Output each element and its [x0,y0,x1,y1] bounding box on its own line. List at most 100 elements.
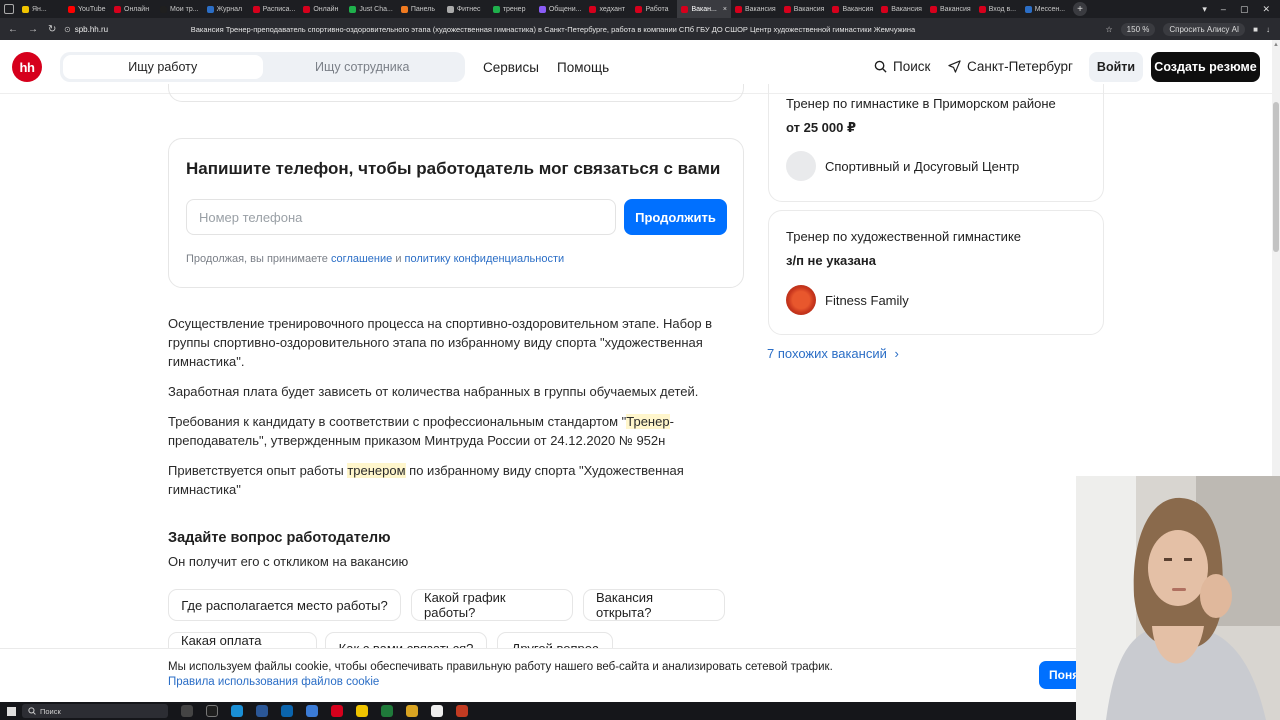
create-resume-button[interactable]: Создать резюме [1151,52,1260,82]
tab-favicon-icon [538,5,546,13]
maximize-window-button[interactable]: ▢ [1240,4,1249,15]
nav-help[interactable]: Помощь [557,60,609,75]
reload-icon[interactable]: ↻ [48,24,56,35]
browser-tab[interactable]: Панель [397,0,443,18]
excel-icon[interactable] [381,705,393,717]
yandex-browser-icon[interactable] [431,705,443,717]
close-tab-icon[interactable]: × [723,6,727,13]
header-search-link[interactable]: Поиск [874,59,930,74]
browser-tab[interactable]: Фитнес [443,0,489,18]
vacancy-description: Осуществление тренировочного процесса на… [168,314,744,510]
app-icon[interactable] [356,705,368,717]
cookie-policy-link[interactable]: Правила использования файлов cookie [168,676,379,688]
browser-tab[interactable]: Общени... [535,0,586,18]
browser-tab-label: тренер [502,5,526,13]
chevron-right-icon: › [894,346,899,361]
browser-tab[interactable]: Вакансия [780,0,829,18]
outlook-icon[interactable] [281,705,293,717]
extension-icon[interactable]: ■ [1253,25,1258,34]
start-menu-icon[interactable] [0,702,22,720]
question-chip-open[interactable]: Вакансия открыта? [583,589,725,621]
page-title-in-address-bar[interactable]: Вакансия Тренер-преподаватель спортивно-… [191,25,1031,34]
phone-form-title: Напишите телефон, чтобы работодатель мог… [186,159,721,178]
browser-tab[interactable]: хедхант [585,0,631,18]
browser-tab[interactable]: тренер [489,0,535,18]
back-icon[interactable]: ← [8,24,18,35]
hh-logo[interactable]: hh [12,52,42,82]
company-name[interactable]: Fitness Family [825,293,909,308]
task-view-icon[interactable] [181,705,193,717]
close-window-button[interactable]: ✕ [1262,4,1270,15]
tab-list-icon[interactable]: ▾ [1202,4,1207,15]
similar-vacancy-card[interactable]: Тренер по художественной гимнастике з/п … [768,210,1104,335]
browser-tab[interactable]: Вакансия [731,0,780,18]
phone-input[interactable]: Номер телефона [186,199,616,235]
similar-vacancy-title[interactable]: Тренер по художественной гимнастике [786,229,1086,244]
tab-favicon-icon [881,5,889,13]
window-menu-icon[interactable] [0,0,18,18]
browser-tab[interactable]: Вакансия [926,0,975,18]
agreement-text: Продолжая, вы принимаете соглашение и по… [186,253,565,265]
agreement-link[interactable]: соглашение [331,253,392,265]
browser-tab[interactable]: Онлайн [110,0,156,18]
browser-tab[interactable]: Вакансия [828,0,877,18]
browser-tab[interactable]: Just Cha... [345,0,396,18]
more-similar-link[interactable]: 7 похожих вакансий › [767,346,899,361]
browser-tab[interactable]: Ян... [18,0,64,18]
similar-vacancy-salary: з/п не указана [786,253,876,268]
new-tab-button[interactable]: + [1073,2,1088,16]
login-button[interactable]: Войти [1089,52,1143,82]
continue-button[interactable]: Продолжить [624,199,727,235]
nav-services[interactable]: Сервисы [483,60,539,75]
header-search-label: Поиск [893,59,931,74]
file-explorer-icon[interactable] [406,705,418,717]
browser-tab[interactable]: Мои тр... [156,0,203,18]
browser-tab-label: Вакансия [939,5,971,13]
site-info-icon[interactable]: ⊙ [64,25,71,34]
browser-tab[interactable]: Расписа... [249,0,300,18]
similar-vacancy-card[interactable]: Тренер по гимнастике в Приморском районе… [768,84,1104,202]
bookmark-icon[interactable]: ☆ [1106,25,1113,34]
location-arrow-icon [948,60,961,73]
browser-tab[interactable]: Онлайн [299,0,345,18]
similar-vacancy-salary: от 25 000 ₽ [786,120,857,135]
highlight: тренером [347,463,406,478]
browser-tab[interactable]: Вакансия [877,0,926,18]
scrollbar-thumb[interactable] [1273,102,1279,252]
similar-vacancy-title[interactable]: Тренер по гимнастике в Приморском районе [786,96,1086,111]
company-name[interactable]: Спортивный и Досуговый Центр [825,159,1019,174]
taskbar-search[interactable]: Поиск [22,704,168,718]
forward-icon[interactable]: → [28,24,38,35]
browser-tab[interactable]: Работа [631,0,677,18]
word-icon[interactable] [256,705,268,717]
yandex-icon[interactable] [331,705,343,717]
media-player-icon[interactable] [206,705,218,717]
scroll-up-icon[interactable]: ▲ [1272,42,1280,50]
browser-tab[interactable]: Вакан... × [677,0,731,18]
download-icon[interactable]: ↓ [1266,25,1270,34]
previous-card-edge [168,84,744,102]
tab-jobseeker[interactable]: Ищу работу [63,55,263,79]
ask-alice-button[interactable]: Спросить Алису AI [1163,22,1246,36]
url-field[interactable]: spb.hh.ru [75,25,191,34]
browser-tab-label: Общени... [548,5,582,13]
city-selector[interactable]: Санкт-Петербург [948,59,1073,74]
browser-tab[interactable]: Вход в... [975,0,1021,18]
app-icon[interactable] [456,705,468,717]
browser-tab-label: Работа [645,5,669,13]
webcam-person-image [1076,476,1280,720]
browser-tab[interactable]: YouTube [64,0,110,18]
browser-tab[interactable]: Журнал [203,0,249,18]
question-chip-schedule[interactable]: Какой график работы? [411,589,573,621]
browser-tab-label: хедхант [599,5,626,13]
question-chip-location[interactable]: Где располагается место работы? [168,589,401,621]
privacy-policy-link[interactable]: политику конфиденциальности [405,253,565,265]
browser-tab-label: Онлайн [124,5,150,13]
browser-tab[interactable]: Мессен... [1021,0,1069,18]
edge-icon[interactable] [231,705,243,717]
tab-employer[interactable]: Ищу сотрудника [263,55,463,79]
minimize-window-button[interactable]: – [1221,4,1226,15]
search-icon [28,707,36,715]
zoom-indicator[interactable]: 150 % [1120,22,1156,36]
photos-icon[interactable] [306,705,318,717]
